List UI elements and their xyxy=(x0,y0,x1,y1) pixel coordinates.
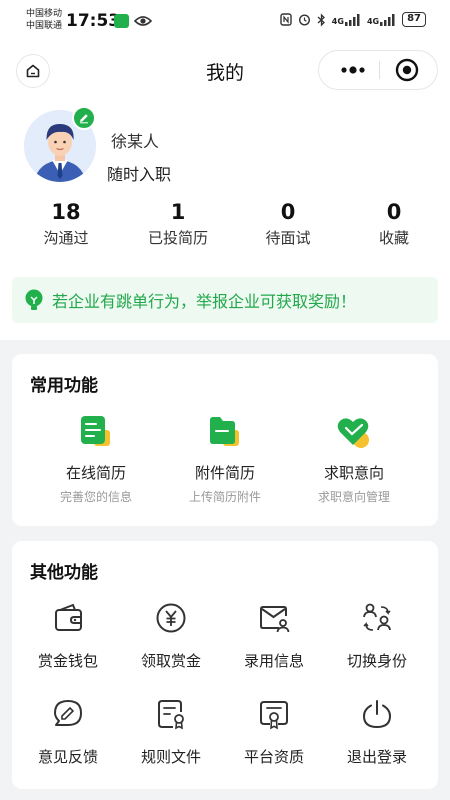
eye-icon xyxy=(134,16,152,26)
mail-user-icon xyxy=(260,606,290,633)
report-notice-banner[interactable]: 若企业有跳单行为，举报企业可获取奖励！ xyxy=(12,277,438,323)
stat-label: 待面试 xyxy=(265,229,311,247)
notice-text: 若企业有跳单行为，举报企业可获取奖励！ xyxy=(52,292,357,311)
item-label: 附件简历 xyxy=(194,464,255,482)
capsule-divider xyxy=(379,61,380,79)
job-status[interactable]: 随时入职 xyxy=(107,161,171,185)
mini-program-capsule xyxy=(318,50,438,90)
item-description: 求职意向管理 xyxy=(317,490,390,504)
item-label: 切换身份 xyxy=(346,652,407,670)
item-label: 意见反馈 xyxy=(37,748,98,766)
carrier-info: 中国移动 中国联通 xyxy=(26,8,62,32)
network-type-1: 4G xyxy=(331,16,344,26)
stat-applied[interactable]: 1 已投简历 xyxy=(122,198,234,249)
item-label: 领取赏金 xyxy=(140,652,201,670)
hiring-info-item[interactable]: 录用信息 xyxy=(224,601,324,671)
stat-value: 0 xyxy=(280,200,296,224)
rules-doc-icon xyxy=(158,700,184,730)
user-name: 徐某人 xyxy=(111,132,160,151)
pencil-icon xyxy=(80,114,88,124)
item-label: 求职意向 xyxy=(323,464,384,482)
battery-indicator: 87 xyxy=(402,12,426,27)
stat-communicated[interactable]: 18 沟通过 xyxy=(10,198,122,249)
item-label: 规则文件 xyxy=(140,748,201,766)
resume-icon xyxy=(78,414,114,450)
item-description: 上传简历附件 xyxy=(188,490,261,504)
stat-value: 18 xyxy=(51,200,81,224)
stat-label: 已投简历 xyxy=(147,229,208,247)
logout-item[interactable]: 退出登录 xyxy=(327,697,427,767)
wallet-icon xyxy=(55,603,82,631)
item-label: 录用信息 xyxy=(243,652,304,670)
stat-favorites[interactable]: 0 收藏 xyxy=(338,198,450,249)
target-close-icon xyxy=(395,58,419,82)
bounty-wallet-item[interactable]: 赏金钱包 xyxy=(18,601,118,671)
wechat-notification-icon xyxy=(114,14,129,28)
feedback-icon xyxy=(54,700,82,726)
item-description: 完善您的信息 xyxy=(59,490,132,504)
claim-bounty-item[interactable]: 领取赏金 xyxy=(121,601,221,671)
stats-row: 18 沟通过 1 已投简历 0 待面试 0 收藏 xyxy=(0,198,450,249)
yen-coin-icon xyxy=(156,603,186,633)
online-resume-item[interactable]: 在线简历 完善您的信息 xyxy=(26,414,166,505)
common-functions-card: 常用功能 在线简历 完善您的信息 附件简历 上传简历附件 求职意向 求职意向管理 xyxy=(12,354,438,526)
item-label: 在线简历 xyxy=(65,464,126,482)
signal-1-icon: 4G xyxy=(331,13,361,26)
section-title: 常用功能 xyxy=(30,376,98,396)
item-label: 平台资质 xyxy=(243,748,304,766)
profile-section: 徐某人 随时入职 18 沟通过 1 已投简历 0 待面试 0 收藏 若企业有跳单… xyxy=(0,98,450,340)
certificate-icon xyxy=(260,701,288,730)
more-button[interactable] xyxy=(333,59,373,81)
power-icon xyxy=(362,700,392,729)
heart-icon xyxy=(336,414,372,450)
stat-interview[interactable]: 0 待面试 xyxy=(232,198,344,249)
clock: 17:53 xyxy=(66,11,121,31)
alarm-icon xyxy=(298,14,310,26)
carrier-2: 中国联通 xyxy=(26,21,63,31)
item-label: 赏金钱包 xyxy=(37,652,98,670)
nav-bar: 我的 xyxy=(0,44,450,98)
folder-icon xyxy=(207,414,243,450)
stat-label: 收藏 xyxy=(378,229,409,247)
edit-profile-button[interactable] xyxy=(72,106,96,130)
platform-qualification-item[interactable]: 平台资质 xyxy=(224,697,324,767)
other-functions-card: 其他功能 赏金钱包 领取赏金 录用信息 切换身份 意见反馈 规则文件 平台资质 … xyxy=(12,541,438,789)
bluetooth-icon xyxy=(317,12,325,27)
status-bar: 中国移动 中国联通 17:53 4G 4G 87 xyxy=(0,0,450,44)
nfc-icon xyxy=(280,13,292,26)
feedback-item[interactable]: 意见反馈 xyxy=(18,697,118,767)
carrier-1: 中国移动 xyxy=(26,9,63,19)
attachment-resume-item[interactable]: 附件简历 上传简历附件 xyxy=(155,414,295,505)
close-mini-program-button[interactable] xyxy=(395,58,419,82)
more-dots-icon xyxy=(341,66,365,74)
lightbulb-icon xyxy=(25,289,43,310)
stat-label: 沟通过 xyxy=(43,229,89,247)
switch-identity-item[interactable]: 切换身份 xyxy=(327,601,427,671)
rules-documents-item[interactable]: 规则文件 xyxy=(121,697,221,767)
signal-2-icon: 4G xyxy=(366,13,396,26)
stat-value: 1 xyxy=(170,200,186,224)
switch-user-icon xyxy=(363,603,391,631)
status-icons: 4G 4G 87 xyxy=(280,12,426,27)
section-title: 其他功能 xyxy=(30,563,98,583)
stat-value: 0 xyxy=(386,200,402,224)
network-type-2: 4G xyxy=(366,16,380,26)
item-label: 退出登录 xyxy=(346,748,407,766)
job-intention-item[interactable]: 求职意向 求职意向管理 xyxy=(284,414,424,505)
